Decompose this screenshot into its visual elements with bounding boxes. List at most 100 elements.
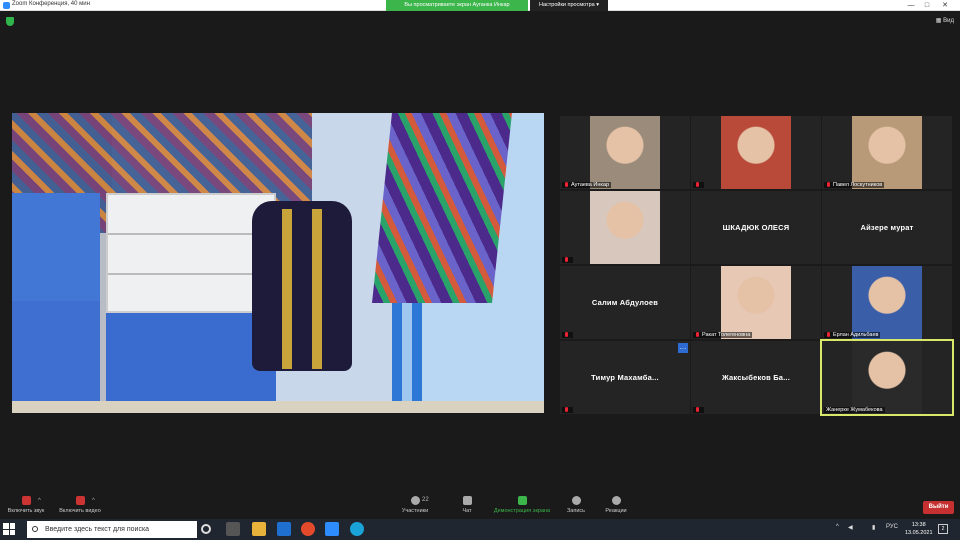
start-video-button[interactable]: Включить видео ^ — [56, 496, 104, 514]
participant-label — [693, 407, 704, 413]
floor — [12, 401, 544, 413]
window-title: Zoom Конференция, 40 мин — [12, 1, 90, 7]
maximize-button[interactable]: □ — [920, 0, 934, 11]
participant-label: Ерлан Адильбаев — [824, 332, 881, 338]
chat-label: Чат — [462, 508, 472, 514]
participant-video — [721, 116, 791, 189]
view-button[interactable]: ▦ Вид — [936, 17, 954, 24]
notifications-icon[interactable]: 2 — [938, 524, 948, 534]
close-button[interactable]: ✕ — [938, 0, 952, 11]
mail-icon[interactable] — [277, 522, 291, 536]
participant-tile[interactable]: Ерлан Адильбаев — [822, 266, 952, 339]
participant-tile[interactable]: Айзере мурат — [822, 191, 952, 264]
volume-icon[interactable]: ◀ — [848, 524, 853, 531]
participant-label: Аутаева Инкар — [562, 182, 612, 188]
muted-mic-icon — [695, 182, 700, 188]
share-screen-icon — [517, 496, 527, 505]
participants-count: 22 — [422, 497, 429, 503]
muted-mic-icon — [564, 257, 569, 263]
sharing-banner: Вы просматриваете экран Ауганка Инкар — [386, 0, 528, 11]
blue-cabinet-lower — [12, 301, 100, 413]
minimize-button[interactable]: — — [904, 0, 918, 11]
start-button[interactable] — [3, 523, 15, 535]
edge-icon[interactable] — [350, 522, 364, 536]
muted-mic-icon — [564, 332, 569, 338]
chat-button[interactable]: Чат — [443, 496, 491, 514]
zoom-window: Zoom Конференция, 40 мин Вы просматривае… — [0, 0, 960, 519]
title-bar: Zoom Конференция, 40 мин Вы просматривае… — [0, 0, 960, 11]
more-options-icon[interactable]: … — [678, 343, 688, 353]
chat-icon — [462, 496, 472, 505]
participant-tile[interactable]: Жаксыбеков Ба... — [691, 341, 821, 414]
clock-time: 13:38 — [911, 522, 926, 528]
shared-screen — [12, 113, 544, 413]
participant-video — [721, 266, 791, 339]
taskbar-search[interactable]: Введите здесь текст для поиска — [27, 521, 197, 538]
tray-expand-icon[interactable]: ^ — [836, 524, 839, 530]
chrome-icon[interactable] — [301, 522, 315, 536]
participant-tile[interactable]: Аутаева Инкар — [560, 116, 690, 189]
participants-button[interactable]: Участники — [391, 496, 439, 514]
participant-video — [852, 116, 922, 189]
share-screen-label: Демонстрация экрана — [493, 508, 551, 514]
video-options-chevron-icon[interactable]: ^ — [92, 498, 95, 504]
participant-label: Жанерке Жумабекова — [824, 407, 885, 413]
video-off-icon — [75, 496, 85, 505]
muted-mic-icon — [21, 496, 31, 505]
participant-name: Айзере мурат — [860, 223, 914, 232]
participant-name: Жаксыбеков Ба... — [721, 373, 791, 382]
search-icon — [32, 526, 38, 532]
participant-label-text: Ерлан Адильбаев — [833, 332, 879, 338]
record-label: Запись — [566, 508, 586, 514]
view-options-button[interactable]: Настройки просмотра ▾ — [530, 0, 608, 11]
participant-tile[interactable]: Ракат Толегеновна — [691, 266, 821, 339]
windows-taskbar: Введите здесь текст для поиска ^ ◀ ▮ РУС… — [0, 519, 960, 540]
clock[interactable]: 13:38 13.05.2021 — [905, 521, 933, 537]
embroidered-robe — [252, 201, 352, 371]
muted-mic-icon — [695, 332, 700, 338]
reactions-label: Реакции — [605, 508, 627, 514]
participant-tile[interactable]: Жанерке Жумабекова — [820, 339, 954, 416]
participant-tile[interactable] — [560, 191, 690, 264]
reactions-icon — [611, 496, 621, 505]
participants-icon — [410, 496, 420, 505]
language-indicator[interactable]: РУС — [886, 524, 898, 530]
participant-tile[interactable]: Тимур Махамба...… — [560, 341, 690, 414]
participant-video — [590, 191, 660, 264]
muted-mic-icon — [826, 332, 831, 338]
participant-label: Павел Лоскутников — [824, 182, 885, 188]
task-view-icon[interactable] — [226, 522, 240, 536]
leave-button[interactable]: Выйти — [923, 501, 954, 514]
unmute-button[interactable]: Включить звук ^ — [2, 496, 50, 514]
participant-label-text: Павел Лоскутников — [833, 182, 883, 188]
participant-name: ШКАДЮК ОЛЕСЯ — [722, 223, 790, 232]
network-icon[interactable]: ▮ — [872, 524, 875, 531]
participant-video — [852, 341, 922, 414]
reactions-button[interactable]: Реакции — [592, 496, 640, 514]
cortana-icon[interactable] — [201, 524, 211, 534]
view-label: Вид — [943, 18, 954, 24]
meeting-toolbar: Включить звук ^ Включить видео ^ Участни… — [0, 492, 960, 519]
muted-mic-icon — [564, 182, 569, 188]
participant-tile[interactable]: Павел Лоскутников — [822, 116, 952, 189]
ikat-curtain — [372, 113, 512, 303]
participant-label-text: Жанерке Жумабекова — [826, 407, 883, 413]
file-explorer-icon[interactable] — [252, 522, 266, 536]
audio-options-chevron-icon[interactable]: ^ — [38, 498, 41, 504]
record-icon — [571, 496, 581, 505]
start-video-label: Включить видео — [59, 508, 101, 514]
share-screen-button[interactable]: Демонстрация экрана — [489, 496, 555, 514]
display-shelves — [106, 193, 276, 313]
unmute-label: Включить звук — [7, 508, 45, 514]
participant-label-text: Аутаева Инкар — [571, 182, 610, 188]
participant-name: Салим Абдулоев — [591, 298, 659, 307]
participant-label — [562, 407, 573, 413]
encryption-shield-icon[interactable] — [6, 17, 14, 26]
participant-label — [693, 182, 704, 188]
zoom-app-icon — [3, 2, 10, 9]
participant-tile[interactable]: Салим Абдулоев — [560, 266, 690, 339]
participant-tile[interactable]: ШКАДЮК ОЛЕСЯ — [691, 191, 821, 264]
participant-label: Ракат Толегеновна — [693, 332, 753, 338]
participant-tile[interactable] — [691, 116, 821, 189]
zoom-taskbar-icon[interactable] — [325, 522, 339, 536]
